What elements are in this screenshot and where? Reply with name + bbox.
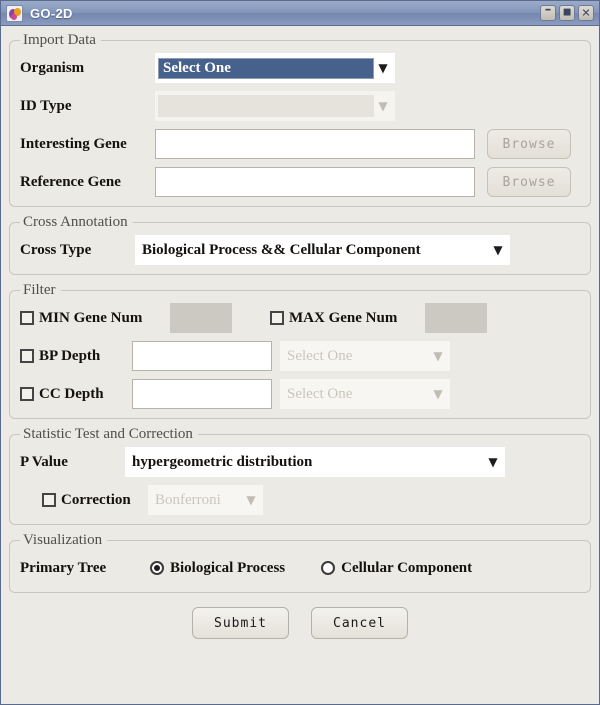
chevron-down-icon: ▼	[488, 455, 498, 469]
statistic-legend: Statistic Test and Correction	[23, 426, 193, 442]
cross-type-combobox[interactable]: Biological Process && Cellular Component…	[135, 235, 510, 265]
close-icon: ✕	[581, 6, 591, 20]
organism-row: Organism Select One ▼	[20, 53, 580, 83]
id-type-value	[158, 95, 374, 117]
cc-depth-label: CC Depth	[39, 385, 104, 402]
id-type-label: ID Type	[20, 97, 72, 114]
radio-biological-process-wrap[interactable]: Biological Process	[150, 560, 285, 577]
interesting-gene-browse-button[interactable]: Browse	[487, 129, 571, 159]
maximize-icon: ■	[562, 7, 572, 18]
min-gene-num-checkbox[interactable]	[20, 311, 34, 325]
primary-tree-row: Primary Tree Biological Process Cellular…	[20, 553, 580, 583]
p-value-label: P Value	[20, 453, 68, 470]
window-controls: – ■ ✕	[540, 2, 594, 21]
application-window: GO-2D – ■ ✕ Import Data Organism Select …	[0, 0, 600, 705]
import-data-group: Import Data Organism Select One ▼ ID Typ…	[9, 32, 591, 207]
gene-num-row: MIN Gene Num MAX Gene Num	[20, 303, 580, 333]
cc-depth-combobox[interactable]: Select One ▼	[280, 379, 450, 409]
max-gene-num-input[interactable]	[425, 303, 487, 333]
correction-combobox[interactable]: Bonferroni ▼	[148, 485, 263, 515]
filter-legend: Filter	[23, 282, 56, 298]
p-value-row: P Value hypergeometric distribution ▼	[20, 447, 580, 477]
bp-depth-label: BP Depth	[39, 347, 101, 364]
cross-type-value: Biological Process && Cellular Component	[142, 241, 421, 258]
organism-label: Organism	[20, 59, 85, 76]
submit-button[interactable]: Submit	[192, 607, 289, 639]
correction-value: Bonferroni	[155, 491, 221, 508]
chevron-down-icon: ▼	[378, 61, 388, 75]
cc-depth-select-value: Select One	[287, 385, 353, 402]
max-gene-num-checkbox-wrap[interactable]: MAX Gene Num	[270, 310, 425, 327]
cross-annotation-legend: Cross Annotation	[23, 214, 128, 230]
interesting-gene-input[interactable]	[155, 129, 475, 159]
filter-group: Filter MIN Gene Num MAX Gene Num BP Dept…	[9, 282, 591, 419]
bp-depth-checkbox-wrap[interactable]: BP Depth	[20, 348, 120, 365]
cc-depth-checkbox[interactable]	[20, 387, 34, 401]
radio-cellular-component-wrap[interactable]: Cellular Component	[321, 560, 472, 577]
correction-checkbox[interactable]	[42, 493, 56, 507]
dialog-content: Import Data Organism Select One ▼ ID Typ…	[1, 26, 599, 704]
chevron-down-icon: ▼	[378, 99, 388, 113]
bp-depth-input[interactable]	[132, 341, 272, 371]
minimize-button[interactable]: –	[540, 2, 556, 21]
action-bar: Submit Cancel	[9, 607, 591, 639]
min-gene-num-label: MIN Gene Num	[39, 309, 143, 326]
cross-type-label: Cross Type	[20, 241, 92, 258]
id-type-combobox[interactable]: ▼	[155, 91, 395, 121]
bp-depth-row: BP Depth Select One ▼	[20, 341, 580, 371]
visualization-group: Visualization Primary Tree Biological Pr…	[9, 532, 591, 593]
reference-gene-browse-button[interactable]: Browse	[487, 167, 571, 197]
cross-annotation-group: Cross Annotation Cross Type Biological P…	[9, 214, 591, 275]
maximize-button[interactable]: ■	[559, 5, 575, 21]
correction-checkbox-wrap[interactable]: Correction	[20, 492, 140, 509]
interesting-gene-row: Interesting Gene Browse	[20, 129, 580, 159]
window-title: GO-2D	[30, 5, 73, 21]
chevron-down-icon: ▼	[433, 387, 443, 401]
radio-cellular-component-label: Cellular Component	[341, 559, 473, 576]
max-gene-num-label: MAX Gene Num	[289, 309, 398, 326]
p-value-combobox[interactable]: hypergeometric distribution ▼	[125, 447, 505, 477]
bp-depth-select-value: Select One	[287, 347, 353, 364]
title-bar: GO-2D – ■ ✕	[1, 1, 599, 26]
radio-cellular-component[interactable]	[321, 561, 336, 575]
chevron-down-icon: ▼	[246, 493, 256, 507]
id-type-row: ID Type ▼	[20, 91, 580, 121]
interesting-gene-label: Interesting Gene	[20, 135, 127, 152]
chevron-down-icon: ▼	[433, 349, 443, 363]
radio-biological-process-label: Biological Process	[170, 559, 286, 576]
radio-biological-process[interactable]	[150, 561, 164, 575]
minimize-icon: –	[544, 2, 552, 18]
min-gene-num-input[interactable]	[170, 303, 232, 333]
correction-label: Correction	[61, 491, 131, 508]
chevron-down-icon: ▼	[493, 243, 503, 257]
correction-row: Correction Bonferroni ▼	[20, 485, 580, 515]
organism-value: Select One	[158, 57, 374, 79]
cross-type-row: Cross Type Biological Process && Cellula…	[20, 235, 580, 265]
cancel-button[interactable]: Cancel	[311, 607, 408, 639]
organism-combobox[interactable]: Select One ▼	[155, 53, 395, 83]
visualization-legend: Visualization	[23, 532, 103, 548]
app-icon	[6, 4, 23, 22]
cc-depth-row: CC Depth Select One ▼	[20, 379, 580, 409]
cc-depth-checkbox-wrap[interactable]: CC Depth	[20, 386, 120, 403]
max-gene-num-checkbox[interactable]	[270, 311, 284, 325]
reference-gene-row: Reference Gene Browse	[20, 167, 580, 197]
reference-gene-input[interactable]	[155, 167, 475, 197]
bp-depth-combobox[interactable]: Select One ▼	[280, 341, 450, 371]
import-data-legend: Import Data	[23, 32, 96, 48]
close-button[interactable]: ✕	[578, 5, 594, 21]
p-value-value: hypergeometric distribution	[132, 453, 313, 470]
statistic-group: Statistic Test and Correction P Value hy…	[9, 426, 591, 525]
bp-depth-checkbox[interactable]	[20, 349, 34, 363]
reference-gene-label: Reference Gene	[20, 173, 121, 190]
cc-depth-input[interactable]	[132, 379, 272, 409]
min-gene-num-checkbox-wrap[interactable]: MIN Gene Num	[20, 310, 170, 327]
primary-tree-label: Primary Tree	[20, 559, 107, 576]
